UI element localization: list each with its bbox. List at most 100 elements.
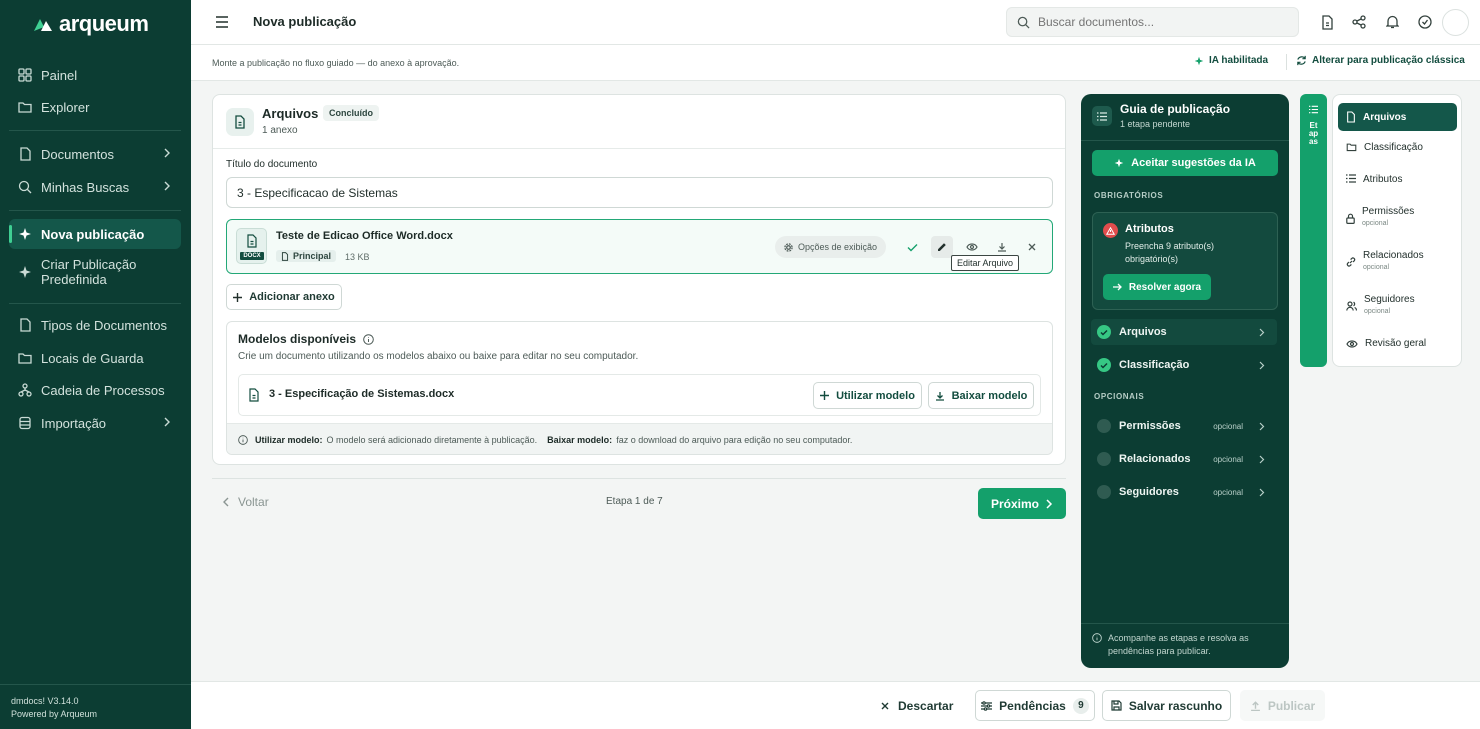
sidebar-item-label: Painel: [41, 67, 78, 83]
chevron-right-icon: [1259, 328, 1265, 336]
list-icon: [1346, 174, 1356, 183]
info-icon: [238, 435, 248, 445]
tasks-button[interactable]: [1414, 11, 1436, 33]
add-attachment-button[interactable]: Adicionar anexo: [226, 284, 342, 310]
help-download-text: faz o download do arquivo para edição no…: [616, 435, 853, 445]
guide-item-classificacao[interactable]: Classificação: [1091, 352, 1277, 378]
sidebar-item-label: Cadeia de Processos: [41, 382, 165, 398]
chevron-right-icon: [1259, 488, 1265, 496]
step-item-relacionados[interactable]: Relacionados opcional: [1338, 250, 1457, 271]
publish-button[interactable]: Publicar: [1240, 690, 1325, 721]
sidebar-item-painel[interactable]: Painel: [9, 60, 181, 90]
steps-strip[interactable]: Etapas: [1300, 94, 1327, 367]
save-icon: [1111, 700, 1122, 711]
use-model-label: Utilizar modelo: [836, 389, 915, 402]
info-icon: [363, 333, 374, 345]
accept-ai-suggestions-button[interactable]: Aceitar sugestões da IA: [1092, 150, 1278, 176]
sidebar-item-documentos[interactable]: Documentos: [9, 139, 181, 169]
document-icon: [249, 388, 259, 402]
sidebar-item-cadeia-de-processos[interactable]: Cadeia de Processos: [9, 375, 181, 405]
divider: [1286, 54, 1287, 70]
document-title-input[interactable]: [226, 177, 1053, 208]
step-item-label: Arquivos: [1363, 111, 1407, 123]
sidebar-divider: [9, 303, 181, 304]
sidebar-item-nova-publicacao[interactable]: Nova publicação: [9, 219, 181, 249]
remove-file-button[interactable]: [1021, 236, 1043, 258]
edit-file-tooltip: Editar Arquivo: [951, 255, 1020, 271]
step-item-seguidores[interactable]: Seguidores opcional: [1338, 294, 1457, 315]
warning-icon: [1103, 223, 1118, 238]
sparkle-icon: [19, 228, 31, 240]
use-model-button[interactable]: Utilizar modelo: [813, 382, 922, 409]
brand-logo[interactable]: arqueum: [33, 11, 149, 37]
sparkle-icon: [1114, 158, 1124, 168]
ai-enabled-label: IA habilitada: [1209, 55, 1269, 66]
back-button[interactable]: Voltar: [222, 495, 269, 509]
sparkle-icon: [19, 266, 31, 278]
save-draft-button[interactable]: Salvar rascunho: [1102, 690, 1231, 721]
guide-item-label: Classificação: [1119, 359, 1190, 371]
users-icon: [1346, 301, 1357, 311]
step-item-arquivos[interactable]: Arquivos: [1338, 103, 1457, 131]
link-icon: [1346, 257, 1356, 267]
sidebar-item-label: Nova publicação: [41, 226, 145, 242]
chevron-right-icon: [1259, 422, 1265, 430]
search-input[interactable]: [1038, 15, 1278, 29]
publish-label: Publicar: [1267, 698, 1316, 713]
share-button[interactable]: [1348, 11, 1370, 33]
sidebar-footer: dmdocs! V3.14.0 Powered by Arqueum: [11, 695, 97, 721]
menu-toggle-button[interactable]: [211, 11, 233, 33]
sidebar-item-tipos-de-documentos[interactable]: Tipos de Documentos: [9, 310, 181, 340]
sidebar-item-criar-publicacao-predefinida[interactable]: Criar Publicação Predefinida: [9, 251, 181, 295]
step-item-revisao-geral[interactable]: Revisão geral: [1338, 338, 1457, 349]
step-item-classificacao[interactable]: Classificação: [1338, 142, 1457, 153]
grid-icon: [18, 68, 32, 82]
resolve-now-button[interactable]: Resolver agora: [1103, 274, 1211, 300]
step-item-sub: opcional: [1362, 220, 1389, 227]
plus-icon: [233, 292, 243, 302]
sidebar-divider: [0, 684, 191, 685]
guide-item-permissoes[interactable]: Permissões opcional: [1091, 413, 1277, 439]
sidebar-item-label: Documentos: [41, 146, 114, 162]
sidebar-divider: [9, 210, 181, 211]
search-icon: [18, 180, 32, 194]
step-item-permissoes[interactable]: Permissões opcional: [1338, 206, 1457, 227]
sidebar-item-explorer[interactable]: Explorer: [9, 92, 181, 122]
search-box[interactable]: [1006, 7, 1299, 37]
edit-file-button[interactable]: [931, 236, 953, 258]
sidebar-item-importacao[interactable]: Importação: [9, 408, 181, 438]
help-download-label: Baixar modelo:: [547, 435, 613, 445]
guide-item-seguidores[interactable]: Seguidores opcional: [1091, 479, 1277, 505]
folder-icon: [18, 102, 32, 113]
primary-file-tag-label: Principal: [293, 251, 332, 261]
discard-button[interactable]: Descartar: [881, 699, 953, 713]
document-action-button[interactable]: [1316, 11, 1338, 33]
guide-list-button[interactable]: [1092, 106, 1112, 126]
avatar[interactable]: [1442, 9, 1469, 36]
step-item-label: Revisão geral: [1365, 338, 1427, 349]
eye-icon: [966, 243, 978, 251]
download-model-button[interactable]: Baixar modelo: [928, 382, 1034, 409]
classic-publication-link[interactable]: Alterar para publicação clássica: [1296, 55, 1465, 66]
display-options-button[interactable]: Opções de exibição: [775, 236, 887, 258]
notifications-button[interactable]: [1381, 11, 1403, 33]
optional-section-label: OPCIONAIS: [1094, 392, 1145, 401]
guide-item-relacionados[interactable]: Relacionados opcional: [1091, 446, 1277, 472]
sidebar-item-minhas-buscas[interactable]: Minhas Buscas: [9, 172, 181, 202]
sidebar-item-label: Locais de Guarda: [41, 350, 144, 366]
sidebar-item-label: Importação: [41, 415, 107, 431]
step-item-sub: opcional: [1363, 264, 1390, 271]
step-item-atributos[interactable]: Atributos: [1338, 174, 1457, 185]
pending-button[interactable]: Pendências 9: [975, 690, 1095, 721]
divider: [1081, 140, 1289, 141]
accept-ai-suggestions-label: Aceitar sugestões da IA: [1131, 157, 1256, 169]
file-row[interactable]: DOCX Teste de Edicao Office Word.docx Pr…: [226, 219, 1053, 274]
refresh-icon: [1297, 55, 1306, 66]
confirm-file-button[interactable]: [901, 236, 923, 258]
step-item-sub: opcional: [1364, 308, 1391, 315]
sidebar-item-locais-de-guarda[interactable]: Locais de Guarda: [9, 343, 181, 373]
attachment-count: 1 anexo: [262, 125, 298, 136]
check-circle-icon: [1097, 358, 1111, 372]
next-button[interactable]: Próximo: [978, 488, 1066, 519]
guide-item-arquivos[interactable]: Arquivos: [1091, 319, 1277, 345]
